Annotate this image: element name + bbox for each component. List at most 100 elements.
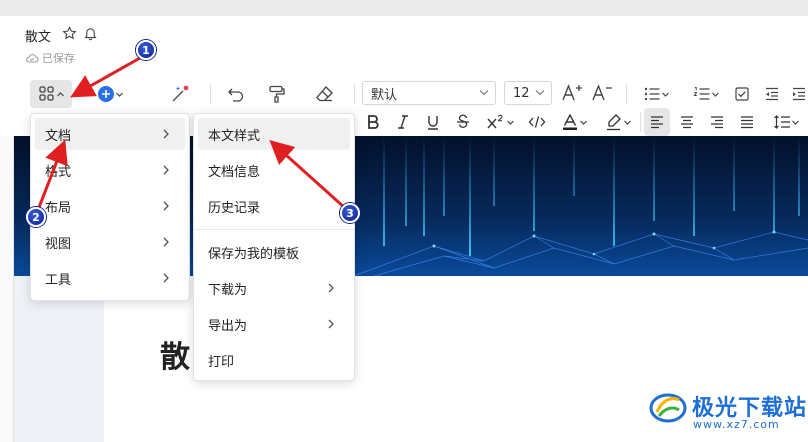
menu-item-layout[interactable]: 布局 xyxy=(35,190,185,222)
line-spacing-icon xyxy=(773,115,790,129)
menu-item-label: 本文样式 xyxy=(208,128,261,144)
format-painter-button[interactable] xyxy=(262,80,292,108)
eraser-icon xyxy=(316,86,333,102)
italic-button[interactable] xyxy=(390,108,416,136)
align-left-button[interactable] xyxy=(644,108,670,136)
left-gutter xyxy=(0,136,14,442)
plus-circle-icon xyxy=(97,86,114,102)
chevron-right-icon xyxy=(163,165,169,175)
menu-item-label: 文档信息 xyxy=(208,164,261,180)
chevron-down-icon xyxy=(506,120,514,125)
menu-item-label: 视图 xyxy=(45,236,72,252)
outdent-icon xyxy=(766,87,778,101)
italic-icon xyxy=(398,115,408,129)
chevron-down-icon xyxy=(791,120,799,125)
numbered-list-button[interactable] xyxy=(686,80,726,108)
strikethrough-button[interactable] xyxy=(450,108,476,136)
font-color-button[interactable] xyxy=(554,108,594,136)
toolbar-separator xyxy=(640,112,641,132)
underline-button[interactable] xyxy=(420,108,446,136)
bold-button[interactable] xyxy=(360,108,386,136)
toolbar-separator xyxy=(354,84,355,104)
document-submenu: 本文样式 文档信息 历史记录 保存为我的模板 下载为 导出为 打印 xyxy=(193,113,355,381)
chevron-right-icon xyxy=(163,201,169,211)
apps-menu-button[interactable] xyxy=(30,80,72,108)
submenu-item-history[interactable]: 历史记录 xyxy=(198,190,350,222)
submenu-item-text-style[interactable]: 本文样式 xyxy=(198,118,350,150)
menu-item-label: 工具 xyxy=(45,272,72,288)
menu-item-label: 导出为 xyxy=(208,318,248,334)
outdent-button[interactable] xyxy=(760,80,784,108)
task-list-button[interactable] xyxy=(730,80,754,108)
font-size-select[interactable]: 12 xyxy=(504,81,552,105)
paint-roller-icon xyxy=(269,85,285,103)
chevron-down-icon xyxy=(661,92,669,97)
toolbar-separator xyxy=(626,84,627,104)
chevron-right-icon xyxy=(328,283,334,293)
align-right-icon xyxy=(711,116,723,129)
menu-item-label: 下载为 xyxy=(208,282,248,298)
title-icons xyxy=(62,26,98,41)
superscript-button[interactable] xyxy=(480,108,520,136)
save-status: 已保存 xyxy=(25,50,75,66)
font-family-select[interactable]: 默认 xyxy=(362,81,496,105)
undo-button[interactable] xyxy=(222,80,250,108)
increase-font-button[interactable] xyxy=(560,79,584,107)
annotation-badge-3: 3 xyxy=(340,203,360,223)
save-status-label: 已保存 xyxy=(42,52,75,65)
submenu-item-print[interactable]: 打印 xyxy=(198,344,350,376)
strikethrough-icon xyxy=(457,114,469,128)
justify-icon xyxy=(741,116,753,129)
underline-icon xyxy=(428,116,438,130)
insert-button[interactable] xyxy=(92,80,128,108)
chevron-right-icon xyxy=(163,273,169,283)
submenu-item-export-as[interactable]: 导出为 xyxy=(198,308,350,340)
decrease-font-button[interactable] xyxy=(590,79,614,107)
apps-dropdown-menu: 文档 格式 布局 视图 工具 xyxy=(30,113,190,301)
window-top-strip xyxy=(0,0,808,16)
chevron-down-icon xyxy=(535,90,545,96)
annotation-badge-1: 1 xyxy=(136,40,156,60)
indent-button[interactable] xyxy=(790,80,808,108)
watermark-url: www.xz7.com xyxy=(693,418,780,431)
menu-item-document[interactable]: 文档 xyxy=(35,118,185,150)
chevron-down-icon xyxy=(623,120,631,125)
bell-icon[interactable] xyxy=(83,26,98,41)
submenu-item-save-as-template[interactable]: 保存为我的模板 xyxy=(198,236,350,268)
chevron-down-icon xyxy=(479,90,489,96)
cloud-check-icon xyxy=(26,54,39,63)
menu-separator xyxy=(194,229,354,230)
font-family-value: 默认 xyxy=(371,87,398,103)
menu-item-label: 保存为我的模板 xyxy=(208,246,300,262)
bullet-list-button[interactable] xyxy=(636,80,676,108)
annotation-badge-2: 2 xyxy=(26,207,46,227)
submenu-item-document-info[interactable]: 文档信息 xyxy=(198,154,350,186)
magic-wand-icon xyxy=(172,85,189,102)
chevron-down-icon xyxy=(579,120,587,125)
star-icon[interactable] xyxy=(62,26,77,41)
menu-item-label: 格式 xyxy=(45,164,72,180)
document-title[interactable]: 散文 xyxy=(25,26,51,45)
checkbox-icon xyxy=(735,87,749,101)
line-spacing-button[interactable] xyxy=(766,108,806,136)
chevron-up-icon xyxy=(56,91,64,96)
highlight-button[interactable] xyxy=(598,108,638,136)
menu-item-tools[interactable]: 工具 xyxy=(35,262,185,294)
numbered-list-icon xyxy=(693,87,709,100)
clear-format-button[interactable] xyxy=(310,80,340,108)
chevron-right-icon xyxy=(163,129,169,139)
indent-icon xyxy=(793,87,805,101)
justify-button[interactable] xyxy=(734,108,760,136)
align-center-icon xyxy=(681,116,693,129)
ai-button[interactable] xyxy=(164,80,196,108)
document-heading[interactable]: 散 xyxy=(160,332,190,376)
align-right-button[interactable] xyxy=(704,108,730,136)
align-center-button[interactable] xyxy=(674,108,700,136)
inline-code-button[interactable] xyxy=(524,108,550,136)
menu-item-format[interactable]: 格式 xyxy=(35,154,185,186)
chevron-down-icon xyxy=(711,92,719,97)
submenu-item-download-as[interactable]: 下载为 xyxy=(198,272,350,304)
menu-item-label: 历史记录 xyxy=(208,200,261,216)
chevron-right-icon xyxy=(328,319,334,329)
menu-item-view[interactable]: 视图 xyxy=(35,226,185,258)
